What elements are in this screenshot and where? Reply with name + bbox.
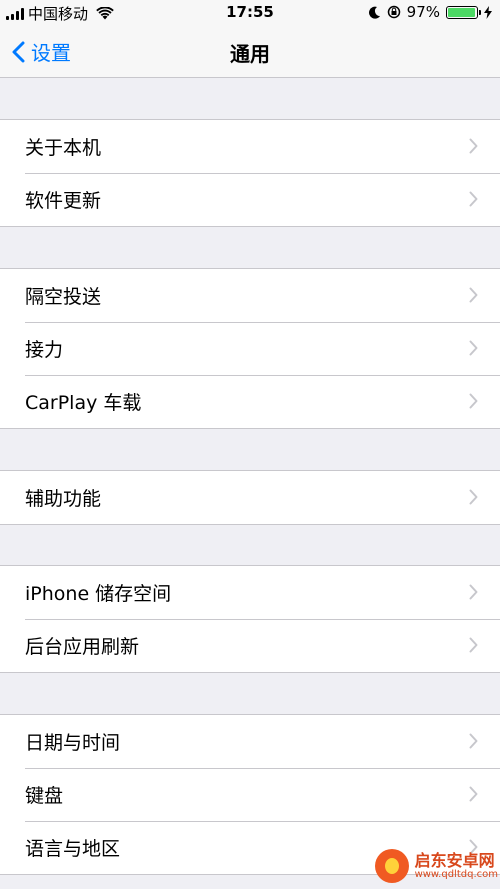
row-label: 键盘 bbox=[25, 785, 64, 807]
settings-row-carplay[interactable]: CarPlay 车载 bbox=[0, 375, 500, 428]
settings-group-storage: iPhone 储存空间 后台应用刷新 bbox=[0, 565, 500, 673]
chevron-right-icon bbox=[469, 584, 478, 600]
chevron-right-icon bbox=[469, 340, 478, 356]
watermark-url: www.qdltdq.com bbox=[414, 869, 498, 881]
status-bar: 中国移动 17:55 97% bbox=[0, 0, 500, 26]
row-label: iPhone 储存空间 bbox=[25, 583, 172, 605]
row-label: CarPlay 车载 bbox=[25, 392, 142, 414]
settings-group-about: 关于本机 软件更新 bbox=[0, 119, 500, 227]
settings-row-background-refresh[interactable]: 后台应用刷新 bbox=[0, 619, 500, 672]
row-label: 接力 bbox=[25, 339, 64, 361]
row-label: 后台应用刷新 bbox=[25, 636, 140, 658]
settings-row-about[interactable]: 关于本机 bbox=[0, 120, 500, 173]
settings-row-keyboard[interactable]: 键盘 bbox=[0, 768, 500, 821]
watermark-logo-icon bbox=[374, 849, 409, 883]
settings-row-software-update[interactable]: 软件更新 bbox=[0, 173, 500, 226]
row-label: 日期与时间 bbox=[25, 732, 121, 754]
chevron-right-icon bbox=[469, 287, 478, 303]
watermark-text: 启东安卓网 www.qdltdq.com bbox=[415, 852, 498, 881]
settings-group-connectivity: 隔空投送 接力 CarPlay 车载 bbox=[0, 268, 500, 429]
chevron-right-icon bbox=[469, 786, 478, 802]
row-label: 隔空投送 bbox=[25, 286, 102, 308]
chevron-right-icon bbox=[469, 489, 478, 505]
chevron-right-icon bbox=[469, 637, 478, 653]
battery-level-fill bbox=[448, 7, 476, 17]
navigation-bar: 设置 通用 bbox=[0, 26, 500, 78]
rotation-lock-icon bbox=[387, 5, 400, 19]
chevron-right-icon bbox=[469, 138, 478, 154]
row-label: 语言与地区 bbox=[25, 838, 121, 860]
chevron-right-icon bbox=[469, 733, 478, 749]
settings-row-handoff[interactable]: 接力 bbox=[0, 322, 500, 375]
moon-icon bbox=[368, 6, 380, 19]
page-title: 通用 bbox=[230, 42, 270, 66]
site-watermark: 启东安卓网 www.qdltdq.com bbox=[374, 849, 498, 883]
battery-icon bbox=[446, 5, 481, 19]
watermark-title: 启东安卓网 bbox=[414, 850, 495, 870]
chevron-right-icon bbox=[469, 191, 478, 207]
settings-group-accessibility: 辅助功能 bbox=[0, 470, 500, 525]
status-right: 97% bbox=[368, 3, 492, 21]
settings-row-date-time[interactable]: 日期与时间 bbox=[0, 715, 500, 768]
battery-percent: 97% bbox=[406, 3, 440, 21]
row-label: 软件更新 bbox=[25, 190, 102, 212]
row-label: 辅助功能 bbox=[25, 488, 102, 510]
settings-row-airdrop[interactable]: 隔空投送 bbox=[0, 269, 500, 322]
settings-row-accessibility[interactable]: 辅助功能 bbox=[0, 471, 500, 524]
charging-icon bbox=[484, 5, 492, 19]
chevron-right-icon bbox=[469, 393, 478, 409]
row-label: 关于本机 bbox=[25, 137, 102, 159]
settings-row-iphone-storage[interactable]: iPhone 储存空间 bbox=[0, 566, 500, 619]
